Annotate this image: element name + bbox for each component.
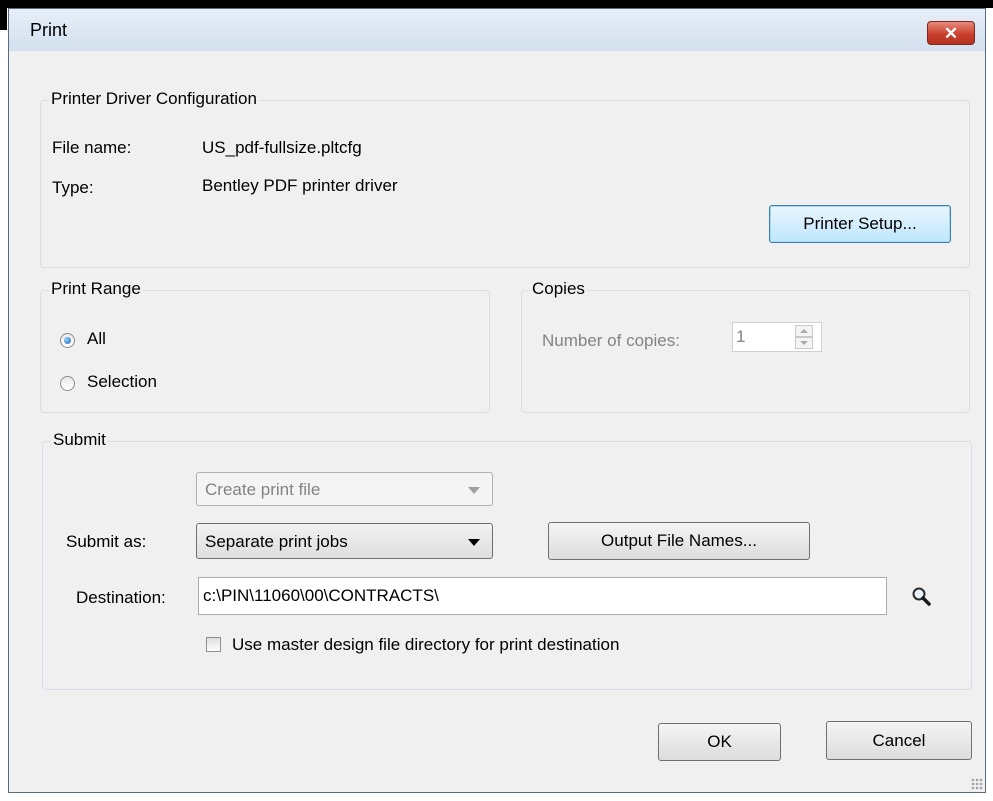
printer-config-legend: Printer Driver Configuration (49, 89, 259, 109)
submit-as-value: Separate print jobs (205, 532, 348, 551)
radio-all[interactable] (60, 333, 75, 348)
printer-setup-button[interactable]: Printer Setup... (769, 205, 951, 243)
print-file-combo[interactable]: Create print file (196, 472, 493, 506)
copies-label: Number of copies: (542, 331, 680, 350)
chevron-down-icon (468, 487, 480, 494)
cancel-button[interactable]: Cancel (826, 721, 972, 760)
spin-down-icon (800, 341, 808, 345)
copies-value: 1 (736, 327, 746, 346)
copies-legend: Copies (530, 279, 587, 299)
screen-top-border (0, 0, 993, 8)
output-file-names-label: Output File Names... (601, 531, 757, 550)
dialog-title: Print (30, 20, 68, 40)
resize-grip-icon[interactable] (971, 778, 983, 790)
title-bar[interactable]: Print ✕ (9, 9, 985, 51)
destination-label: Destination: (76, 588, 166, 607)
ok-label: OK (707, 732, 732, 751)
close-button[interactable]: ✕ (927, 21, 975, 45)
print-range-group: Print Range All Selection (40, 279, 490, 413)
print-range-legend: Print Range (49, 279, 143, 299)
ok-button[interactable]: OK (658, 723, 781, 761)
spin-up-icon (800, 329, 808, 333)
cancel-label: Cancel (872, 731, 926, 750)
printer-config-group: Printer Driver Configuration File name: … (40, 89, 970, 268)
destination-value: c:\PIN\11060\00\CONTRACTS\ (203, 586, 439, 605)
print-dialog: Print ✕ Printer Driver Configuration Fil… (8, 8, 986, 793)
submit-legend: Submit (51, 430, 108, 450)
close-icon: ✕ (943, 24, 959, 43)
copies-group: Copies Number of copies: 1 (521, 279, 970, 413)
printer-setup-label: Printer Setup... (803, 214, 917, 233)
submit-as-combo[interactable]: Separate print jobs (196, 523, 493, 559)
type-value: Bentley PDF printer driver (202, 176, 398, 195)
file-name-value: US_pdf-fullsize.pltcfg (202, 138, 362, 157)
copies-spin-up[interactable] (795, 325, 813, 337)
copies-spin-down[interactable] (795, 337, 813, 349)
radio-selection-label[interactable]: Selection (87, 372, 157, 392)
radio-all-label[interactable]: All (87, 329, 106, 349)
master-dir-label[interactable]: Use master design file directory for pri… (232, 635, 619, 655)
radio-selection[interactable] (60, 376, 75, 391)
print-file-value: Create print file (205, 480, 321, 499)
output-file-names-button[interactable]: Output File Names... (548, 522, 810, 560)
destination-input[interactable]: c:\PIN\11060\00\CONTRACTS\ (198, 577, 887, 615)
type-label: Type: (52, 178, 94, 197)
chevron-down-icon (468, 539, 480, 546)
master-dir-checkbox[interactable] (206, 637, 221, 652)
copies-input[interactable]: 1 (732, 322, 822, 352)
file-name-label: File name: (52, 138, 132, 157)
submit-as-label: Submit as: (66, 532, 147, 551)
screen-left-border (0, 0, 7, 30)
submit-group: Submit Create print file Submit as: Sepa… (42, 430, 972, 690)
magnifier-icon[interactable] (911, 586, 933, 608)
